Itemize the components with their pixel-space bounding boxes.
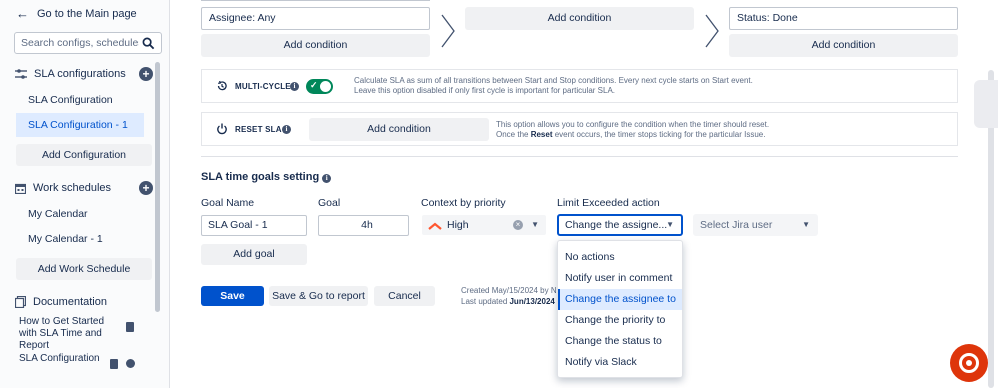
multicycle-title: MULTI-CYCLE [235,82,291,91]
multicycle-description-2: Leave this option disabled if only first… [354,86,616,95]
menu-item-notify-comment[interactable]: Notify user in comment [558,268,682,289]
goal-name-label: Goal Name [201,197,255,209]
reset-sla-panel: RESET SLA i Add condition This option al… [201,112,958,146]
add-schedule-icon[interactable]: + [139,181,153,195]
menu-item-notify-slack[interactable]: Notify via Slack [558,352,682,373]
help-button[interactable] [950,344,988,382]
multicycle-toggle[interactable]: ✓ [306,79,333,94]
chevron-right-icon [705,14,719,48]
multicycle-description-1: Calculate SLA as sum of all transitions … [354,76,753,85]
info-icon[interactable]: i [322,174,332,183]
reset-add-condition-button[interactable]: Add condition [309,118,489,141]
menu-item-change-priority[interactable]: Change the priority to [558,310,682,331]
stop-condition-field[interactable]: Status: Done [729,7,958,30]
add-goal-button[interactable]: Add goal [201,244,307,265]
sidebar-search [14,32,162,54]
action-dropdown-menu: No actions Notify user in comment Change… [557,240,683,378]
lifebuoy-center [966,360,972,366]
menu-item-change-status[interactable]: Change the status to [558,331,682,352]
docs-section-title: Documentation [33,296,107,308]
history-icon [217,80,227,91]
pause-add-condition-button[interactable]: Add condition [465,7,694,30]
info-icon[interactable]: i [290,82,299,91]
work-section-title: Work schedules [33,182,112,194]
collapse-icon[interactable] [126,359,135,368]
add-configuration-button[interactable]: Add Configuration [16,144,152,166]
add-work-schedule-button[interactable]: Add Work Schedule [16,258,152,280]
document-icon [15,296,26,308]
jira-user-placeholder: Select Jira user [700,219,773,231]
book-icon [110,359,118,369]
goal-label: Goal [318,197,341,209]
priority-high-icon [428,222,442,230]
sla-section-title: SLA configurations [34,68,126,80]
doc-link-tutorial[interactable]: SLA Configuration Tutorial [19,353,119,365]
documentation-section: Documentation [15,296,147,308]
action-label: Limit Exceeded action [557,197,660,209]
chevron-right-icon [441,14,455,48]
start-condition-field[interactable]: Assignee: Any [201,7,430,30]
clear-icon[interactable]: × [513,220,523,230]
goal-name-input[interactable]: SLA Goal - 1 [201,215,307,236]
reset-description-1: This option allows you to configure the … [496,120,770,129]
start-add-condition-button[interactable]: Add condition [201,34,430,57]
info-icon[interactable]: i [282,125,291,134]
chevron-down-icon: ▼ [531,220,539,229]
goals-heading: SLA time goals setting i [201,171,332,183]
action-value: Change the assigne... [565,219,668,231]
sliders-icon [15,69,27,79]
toggle-knob [320,81,331,92]
arrow-left-icon: ← [16,6,29,21]
power-icon [217,123,227,135]
calendar-icon [15,183,26,194]
updated-info: Last updated Jun/13/2024 [461,297,555,306]
stop-add-condition-button[interactable]: Add condition [729,34,958,57]
menu-item-no-actions[interactable]: No actions [558,247,682,268]
book-icon [126,322,134,332]
search-input[interactable] [21,37,139,49]
action-select[interactable]: Change the assigne... ▼ [557,214,683,236]
sidebar-item-sla-configuration[interactable]: SLA Configuration [16,88,144,112]
sidebar-scrollbar[interactable] [155,62,160,312]
goal-value-input[interactable]: 4h [318,215,409,236]
reset-description-2: Once the Reset event occurs, the timer s… [496,130,766,139]
priority-value: High [447,219,469,231]
reset-sla-title: RESET SLA [235,125,282,134]
work-schedules-section: Work schedules + [15,181,153,195]
section-divider [201,156,958,157]
chevron-down-icon: ▼ [802,220,810,229]
back-to-main-link[interactable]: ← Go to the Main page [16,6,137,21]
add-sla-icon[interactable]: + [139,67,153,81]
sidebar-item-my-calendar[interactable]: My Calendar [16,202,144,226]
sidebar-item-sla-configuration-1[interactable]: SLA Configuration - 1 [16,113,144,137]
menu-item-change-assignee[interactable]: Change the assignee to [558,289,682,310]
search-icon[interactable] [142,37,155,50]
sidebar: ← Go to the Main page SLA configurations… [0,0,170,388]
save-button[interactable]: Save [201,286,264,306]
sla-configurations-section: SLA configurations + [15,67,153,81]
checkmark-icon: ✓ [310,80,318,90]
created-info: Created May/15/2024 by N [461,286,557,295]
chevron-down-icon: ▼ [666,220,674,229]
save-go-to-report-button[interactable]: Save & Go to report [269,286,368,306]
cancel-button[interactable]: Cancel [374,286,435,306]
side-panel-tab[interactable] [974,80,998,128]
doc-link-getting-started[interactable]: How to Get Started with SLA Time and Rep… [19,316,119,352]
priority-label: Context by priority [421,197,506,209]
priority-select[interactable]: High × ▼ [421,214,547,236]
sidebar-item-my-calendar-1[interactable]: My Calendar - 1 [16,227,144,251]
start-header-edge [201,0,430,1]
jira-user-select[interactable]: Select Jira user ▼ [693,214,818,236]
back-label: Go to the Main page [37,8,137,20]
